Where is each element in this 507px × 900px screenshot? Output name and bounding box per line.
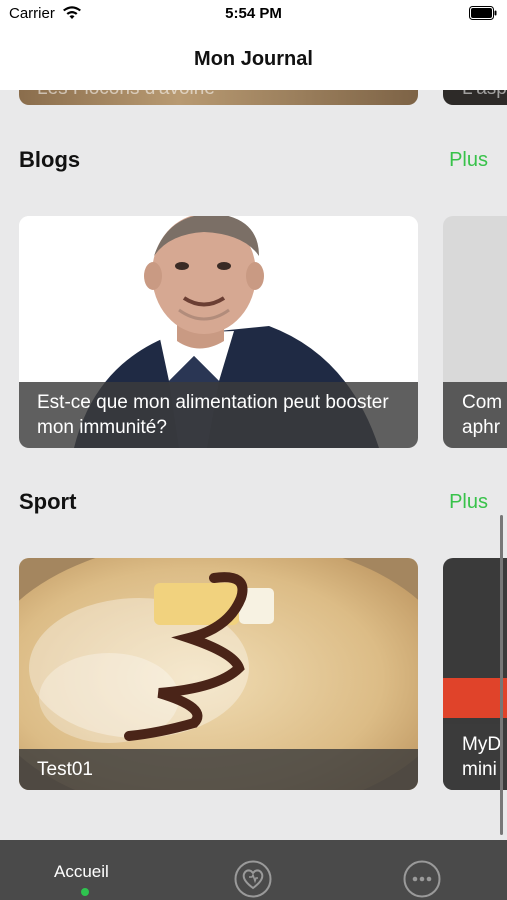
- blog-card-peek-caption: Com aphr: [443, 382, 507, 448]
- sport-more-link[interactable]: Plus: [449, 491, 488, 514]
- partial-card-top-right[interactable]: L'asp: [443, 90, 507, 105]
- tab-bar: Accueil: [0, 840, 507, 900]
- blog-card-peek[interactable]: Com aphr: [443, 216, 507, 448]
- partial-card-top-left[interactable]: Les Flocons d'avoine: [19, 90, 418, 105]
- blog-card[interactable]: Est-ce que mon alimentation peut booster…: [19, 216, 418, 448]
- heart-icon[interactable]: [234, 860, 272, 898]
- sport-card-peek-banner: [443, 678, 507, 718]
- partial-card-caption: L'asp: [462, 90, 507, 100]
- partial-card-caption: Les Flocons d'avoine: [37, 90, 215, 100]
- status-bar: Carrier 5:54 PM: [0, 0, 507, 30]
- section-title-sport: Sport: [19, 489, 77, 514]
- sport-card-caption: Test01: [19, 749, 418, 790]
- battery-icon: [469, 6, 497, 20]
- blogs-more-link[interactable]: Plus: [449, 149, 488, 172]
- tab-accueil[interactable]: Accueil: [30, 840, 140, 900]
- more-icon[interactable]: [403, 860, 441, 898]
- scroll-indicator: [500, 515, 503, 835]
- blog-card-caption: Est-ce que mon alimentation peut booster…: [19, 382, 418, 448]
- navigation-bar: Mon Journal: [0, 30, 507, 90]
- status-time: 5:54 PM: [225, 5, 282, 22]
- section-title-blogs: Blogs: [19, 147, 81, 172]
- sport-card[interactable]: Test01: [19, 558, 418, 790]
- active-indicator-dot: [81, 888, 89, 896]
- sport-card-peek-caption: MyD mini: [443, 724, 507, 790]
- journal-feed[interactable]: Les Flocons d'avoine L'asp Blogs Plus Es…: [0, 90, 507, 840]
- tab-accueil-label: Accueil: [54, 862, 109, 881]
- page-title: Mon Journal: [194, 48, 313, 70]
- sport-card-peek[interactable]: MyD mini: [443, 558, 507, 790]
